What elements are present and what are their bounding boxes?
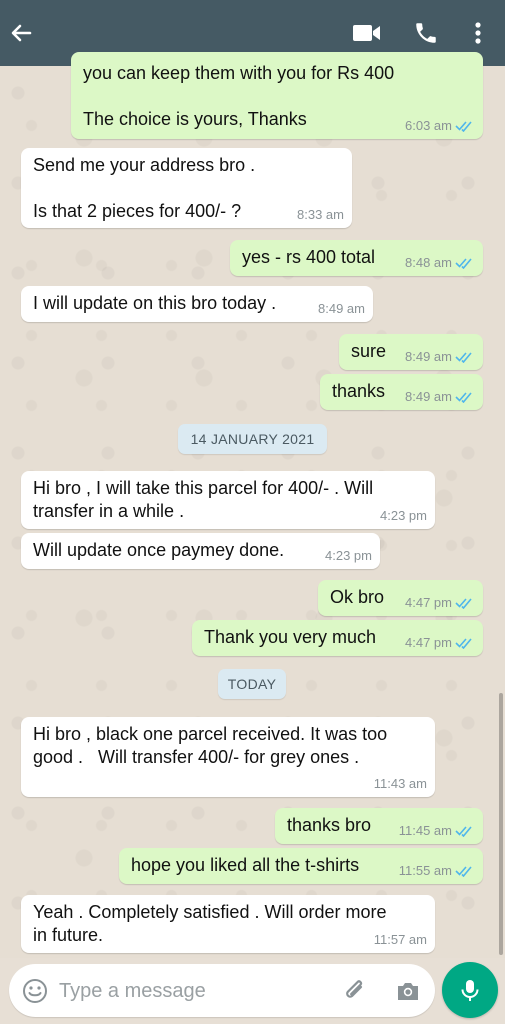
- message-time: 8:33 am: [297, 207, 344, 222]
- message-time: 4:47 pm: [405, 595, 452, 610]
- double-check-icon: [455, 598, 472, 609]
- arrow-left-icon: [11, 24, 32, 42]
- message-meta: 8:49 am: [405, 390, 475, 404]
- double-check-icon: [455, 826, 472, 837]
- message-meta: 8:49 am: [405, 350, 475, 364]
- message-bubble-outgoing[interactable]: hope you liked all the t-shirts 11:55 am: [119, 848, 483, 884]
- video-call-button[interactable]: [352, 22, 382, 44]
- message-text: Hi bro , black one parcel received. It w…: [33, 724, 388, 767]
- back-button[interactable]: [8, 20, 34, 46]
- message-meta: 11:57 am: [374, 933, 427, 947]
- microphone-icon: [461, 980, 479, 1001]
- double-check-icon: [455, 121, 472, 132]
- message-time: 8:49 am: [318, 301, 365, 316]
- double-check-icon: [455, 258, 472, 269]
- message-meta: 11:55 am: [399, 864, 475, 878]
- message-time: 8:49 am: [405, 389, 452, 404]
- message-meta: 6:03 am: [405, 119, 475, 133]
- message-meta: 11:43 am: [374, 777, 427, 791]
- message-time: 4:23 pm: [380, 508, 427, 523]
- paperclip-icon: [346, 980, 363, 998]
- message-meta: 8:48 am: [405, 256, 475, 270]
- voice-call-button[interactable]: [413, 20, 439, 46]
- date-divider-label: 14 JANUARY 2021: [190, 431, 315, 447]
- camera-button[interactable]: [395, 978, 421, 1004]
- message-composer: [9, 964, 435, 1017]
- message-text: I will update on this bro today .: [33, 293, 277, 313]
- message-time: 8:49 am: [405, 349, 452, 364]
- message-meta: 4:47 pm: [405, 636, 475, 650]
- message-bubble-outgoing[interactable]: thanks bro 11:45 am: [275, 808, 483, 844]
- voice-record-button[interactable]: [442, 962, 498, 1018]
- phone-icon: [416, 23, 436, 43]
- message-time: 11:43 am: [373, 776, 427, 791]
- message-meta: 8:49 am: [318, 302, 365, 316]
- message-meta: 4:47 pm: [405, 596, 475, 610]
- message-time: 8:48 am: [405, 255, 452, 270]
- message-bubble-outgoing[interactable]: you can keep them with you for Rs 400 Th…: [71, 52, 483, 139]
- message-input[interactable]: [59, 976, 329, 1006]
- message-meta: 4:23 pm: [380, 509, 427, 523]
- video-call-icon: [353, 25, 380, 41]
- message-text: Hi bro , I will take this parcel for 400…: [33, 478, 374, 521]
- message-bubble-outgoing[interactable]: Ok bro 4:47 pm: [318, 580, 483, 616]
- message-time: 4:47 pm: [405, 635, 452, 650]
- message-time: 11:55 am: [398, 863, 452, 878]
- double-check-icon: [455, 392, 472, 403]
- message-bubble-incoming[interactable]: Yeah . Completely satisfied . Will order…: [21, 895, 435, 953]
- emoji-button[interactable]: [22, 978, 48, 1004]
- message-time: 11:57 am: [373, 932, 427, 947]
- emoji-icon: [23, 979, 47, 1003]
- message-text: Send me your address bro . Is that 2 pie…: [33, 155, 256, 221]
- message-bubble-incoming[interactable]: Hi bro , I will take this parcel for 400…: [21, 471, 435, 529]
- camera-icon: [398, 983, 418, 1000]
- message-time: 11:45 am: [398, 823, 452, 838]
- message-meta: 4:23 pm: [325, 549, 372, 563]
- message-bubble-incoming[interactable]: Send me your address bro . Is that 2 pie…: [21, 148, 352, 228]
- message-bubble-outgoing[interactable]: yes - rs 400 total 8:48 am: [230, 240, 483, 276]
- message-text: Yeah . Completely satisfied . Will order…: [33, 902, 387, 945]
- message-list[interactable]: you can keep them with you for Rs 400 Th…: [0, 52, 505, 958]
- chat-scrollbar[interactable]: [499, 693, 503, 955]
- double-check-icon: [455, 638, 472, 649]
- date-divider-label: TODAY: [227, 676, 277, 692]
- message-meta: 11:45 am: [399, 824, 475, 838]
- message-bubble-incoming[interactable]: Will update once paymey done. 4:23 pm: [21, 533, 380, 569]
- message-meta: 8:33 am: [297, 208, 344, 222]
- message-text: Will update once paymey done.: [33, 540, 285, 560]
- attach-button[interactable]: [341, 977, 369, 1005]
- message-bubble-outgoing[interactable]: Thank you very much 4:47 pm: [192, 620, 483, 656]
- more-options-button[interactable]: [468, 18, 488, 48]
- message-bubble-outgoing[interactable]: sure 8:49 am: [339, 334, 483, 370]
- double-check-icon: [455, 352, 472, 363]
- double-check-icon: [455, 866, 472, 877]
- message-bubble-incoming[interactable]: Hi bro , black one parcel received. It w…: [21, 717, 435, 797]
- message-bubble-incoming[interactable]: I will update on this bro today . 8:49 a…: [21, 286, 373, 322]
- more-vertical-icon: [475, 22, 481, 44]
- date-divider: 14 JANUARY 2021: [178, 424, 327, 454]
- date-divider: TODAY: [218, 669, 286, 699]
- message-bubble-outgoing[interactable]: thanks 8:49 am: [320, 374, 483, 410]
- message-time: 6:03 am: [405, 118, 452, 133]
- message-time: 4:23 pm: [325, 548, 372, 563]
